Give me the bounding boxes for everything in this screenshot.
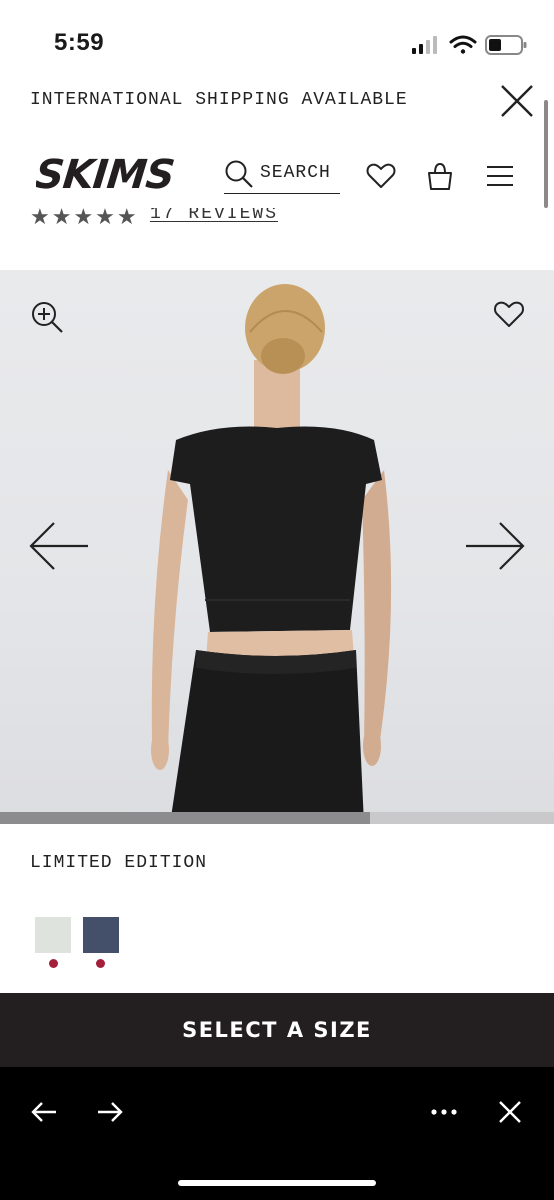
status-time: 5:59: [54, 29, 105, 56]
banner-close-icon[interactable]: [498, 82, 536, 120]
reviews-row: ★★★★★ 17 REVIEWS: [30, 208, 330, 238]
wifi-icon: [449, 35, 477, 54]
color-swatch-sage[interactable]: [35, 917, 71, 953]
browser-back-icon[interactable]: [28, 1096, 60, 1128]
limited-edition-label: LIMITED EDITION: [30, 853, 208, 873]
wishlist-heart-icon[interactable]: [365, 160, 397, 192]
reviews-link[interactable]: 17 REVIEWS: [150, 208, 278, 224]
next-image-arrow-icon[interactable]: [464, 518, 526, 574]
shipping-banner-text: INTERNATIONAL SHIPPING AVAILABLE: [30, 90, 408, 110]
color-swatch-navy[interactable]: [83, 917, 119, 953]
swatch-indicator-dot: [49, 959, 58, 968]
previous-image-arrow-icon[interactable]: [28, 518, 90, 574]
zoom-in-icon[interactable]: [30, 300, 64, 334]
battery-icon: [485, 35, 527, 55]
page-scrollbar[interactable]: [544, 100, 548, 208]
search-icon: [225, 160, 253, 188]
shopping-bag-icon[interactable]: [424, 160, 456, 192]
more-options-icon[interactable]: [428, 1096, 460, 1128]
menu-icon[interactable]: [484, 160, 516, 192]
favorite-heart-icon[interactable]: [492, 297, 526, 331]
skims-logo[interactable]: SKIMS: [36, 150, 182, 196]
select-size-button[interactable]: SELECT A SIZE: [0, 993, 554, 1067]
cellular-signal-icon: [412, 36, 437, 54]
status-icons: [412, 35, 527, 55]
svg-text:SKIMS: SKIMS: [36, 152, 176, 196]
home-indicator: [178, 1180, 376, 1186]
browser-close-icon[interactable]: [494, 1096, 526, 1128]
swatch-indicator-dot: [96, 959, 105, 968]
rating-stars: ★★★★★: [30, 208, 139, 229]
browser-forward-icon[interactable]: [94, 1096, 126, 1128]
search-label: SEARCH: [260, 163, 331, 183]
image-progress-fill: [0, 812, 370, 824]
search-button[interactable]: SEARCH: [224, 157, 340, 194]
